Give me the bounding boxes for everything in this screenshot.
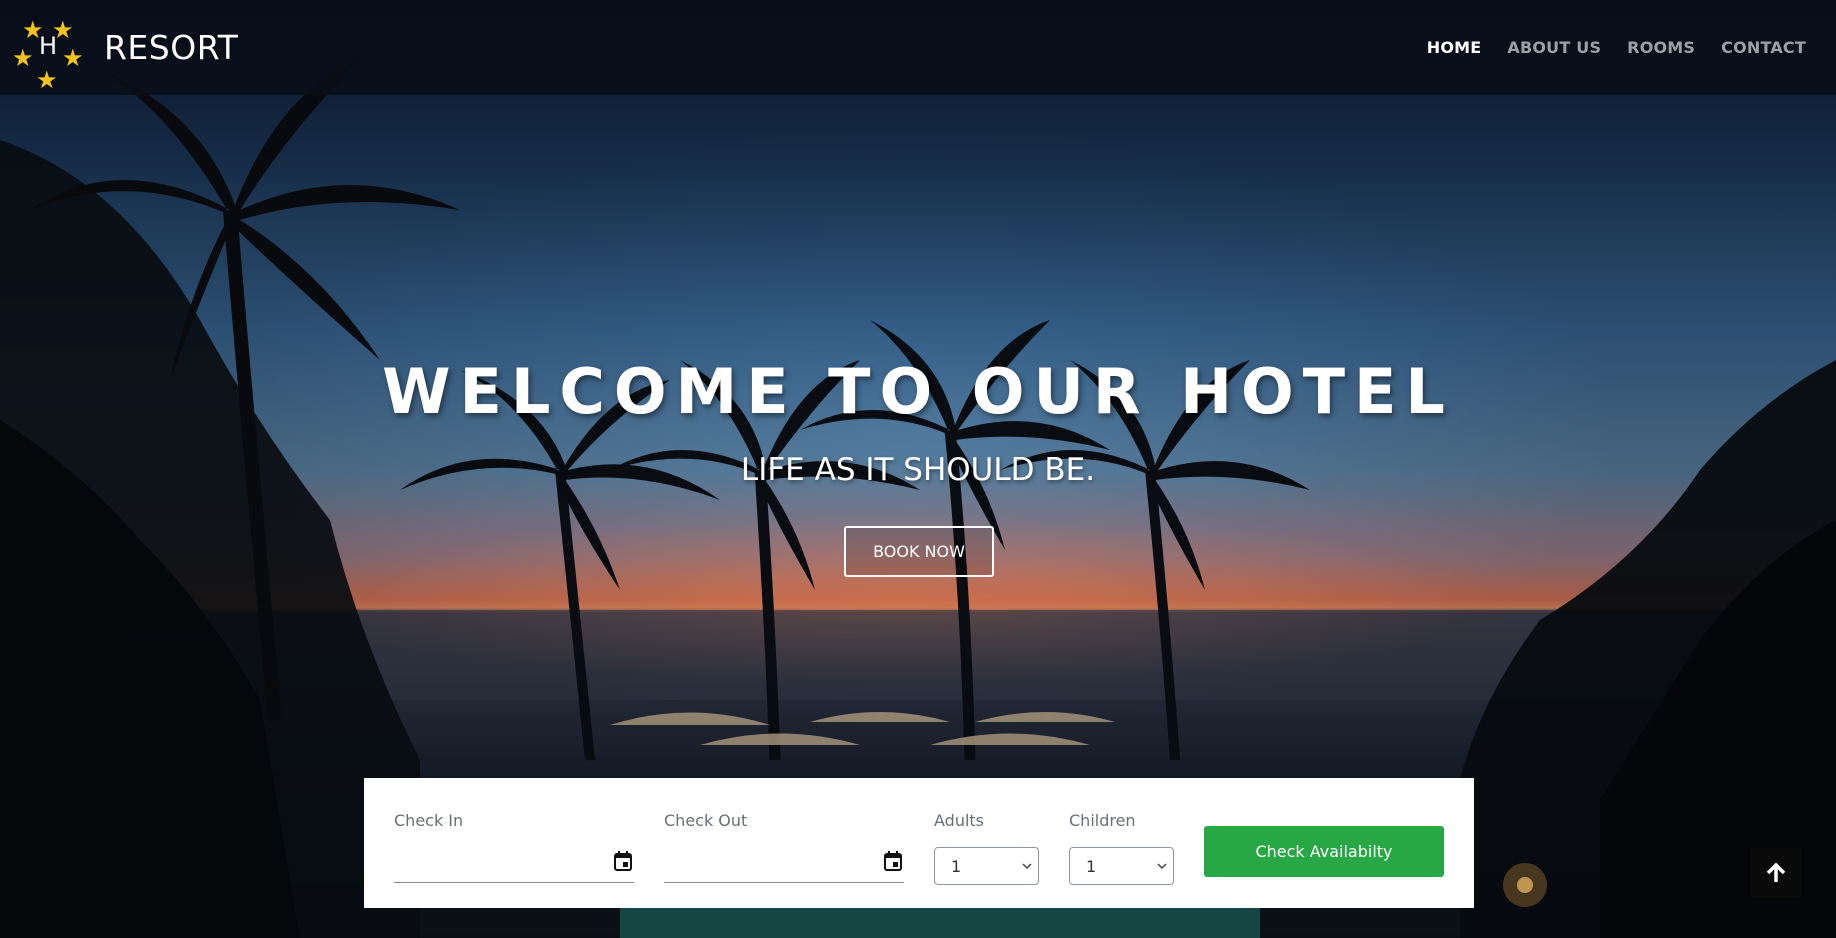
calendar-icon[interactable] xyxy=(884,851,902,871)
nav-contact[interactable]: CONTACT xyxy=(1721,38,1806,57)
adults-field: Adults 1 xyxy=(934,811,1039,885)
adults-label: Adults xyxy=(934,811,985,830)
check-out-field: Check Out xyxy=(664,811,904,883)
children-select[interactable]: 1 xyxy=(1069,847,1174,885)
star-icon: ★ xyxy=(12,43,34,72)
star-icon: ★ xyxy=(36,65,58,94)
check-out-label: Check Out xyxy=(664,811,748,830)
back-to-top-button[interactable] xyxy=(1751,848,1801,898)
check-in-field: Check In xyxy=(394,811,634,883)
children-value: 1 xyxy=(1086,856,1097,876)
check-availability-button[interactable]: Check Availabilty xyxy=(1204,826,1444,877)
hero-subtitle: LIFE AS IT SHOULD BE. xyxy=(740,452,1096,488)
nav-rooms[interactable]: ROOMS xyxy=(1627,38,1695,57)
star-icon: ★ xyxy=(62,43,84,72)
site-header: ★ ★ ★ ★ ★ H RESORT HOME ABOUT US ROOMS C… xyxy=(0,0,1836,95)
hero-title: WELCOME TO OUR HOTEL xyxy=(382,355,1454,428)
adults-select[interactable]: 1 xyxy=(934,847,1039,885)
logo-letter: H xyxy=(39,31,58,60)
brand[interactable]: ★ ★ ★ ★ ★ H RESORT xyxy=(12,10,238,92)
hotel-logo[interactable]: ★ ★ ★ ★ ★ H xyxy=(12,10,88,92)
brand-name[interactable]: RESORT xyxy=(104,28,238,67)
children-label: Children xyxy=(1069,811,1136,830)
adults-value: 1 xyxy=(951,856,962,876)
nav-about-us[interactable]: ABOUT US xyxy=(1507,38,1601,57)
book-now-button[interactable]: BOOK NOW xyxy=(844,526,994,577)
booking-form: Check In Check Out Adults 1 Children 1 C… xyxy=(364,778,1474,908)
check-in-input[interactable] xyxy=(394,847,634,883)
main-nav: HOME ABOUT US ROOMS CONTACT xyxy=(1401,38,1806,57)
chevron-down-icon xyxy=(1022,863,1032,870)
children-field: Children 1 xyxy=(1069,811,1174,885)
calendar-icon[interactable] xyxy=(614,851,632,871)
submit-field: Check Availabilty xyxy=(1204,811,1444,877)
nav-home[interactable]: HOME xyxy=(1427,38,1482,57)
check-in-label: Check In xyxy=(394,811,464,830)
arrow-up-icon xyxy=(1766,862,1786,882)
chevron-down-icon xyxy=(1157,863,1167,870)
check-out-input[interactable] xyxy=(664,847,904,883)
